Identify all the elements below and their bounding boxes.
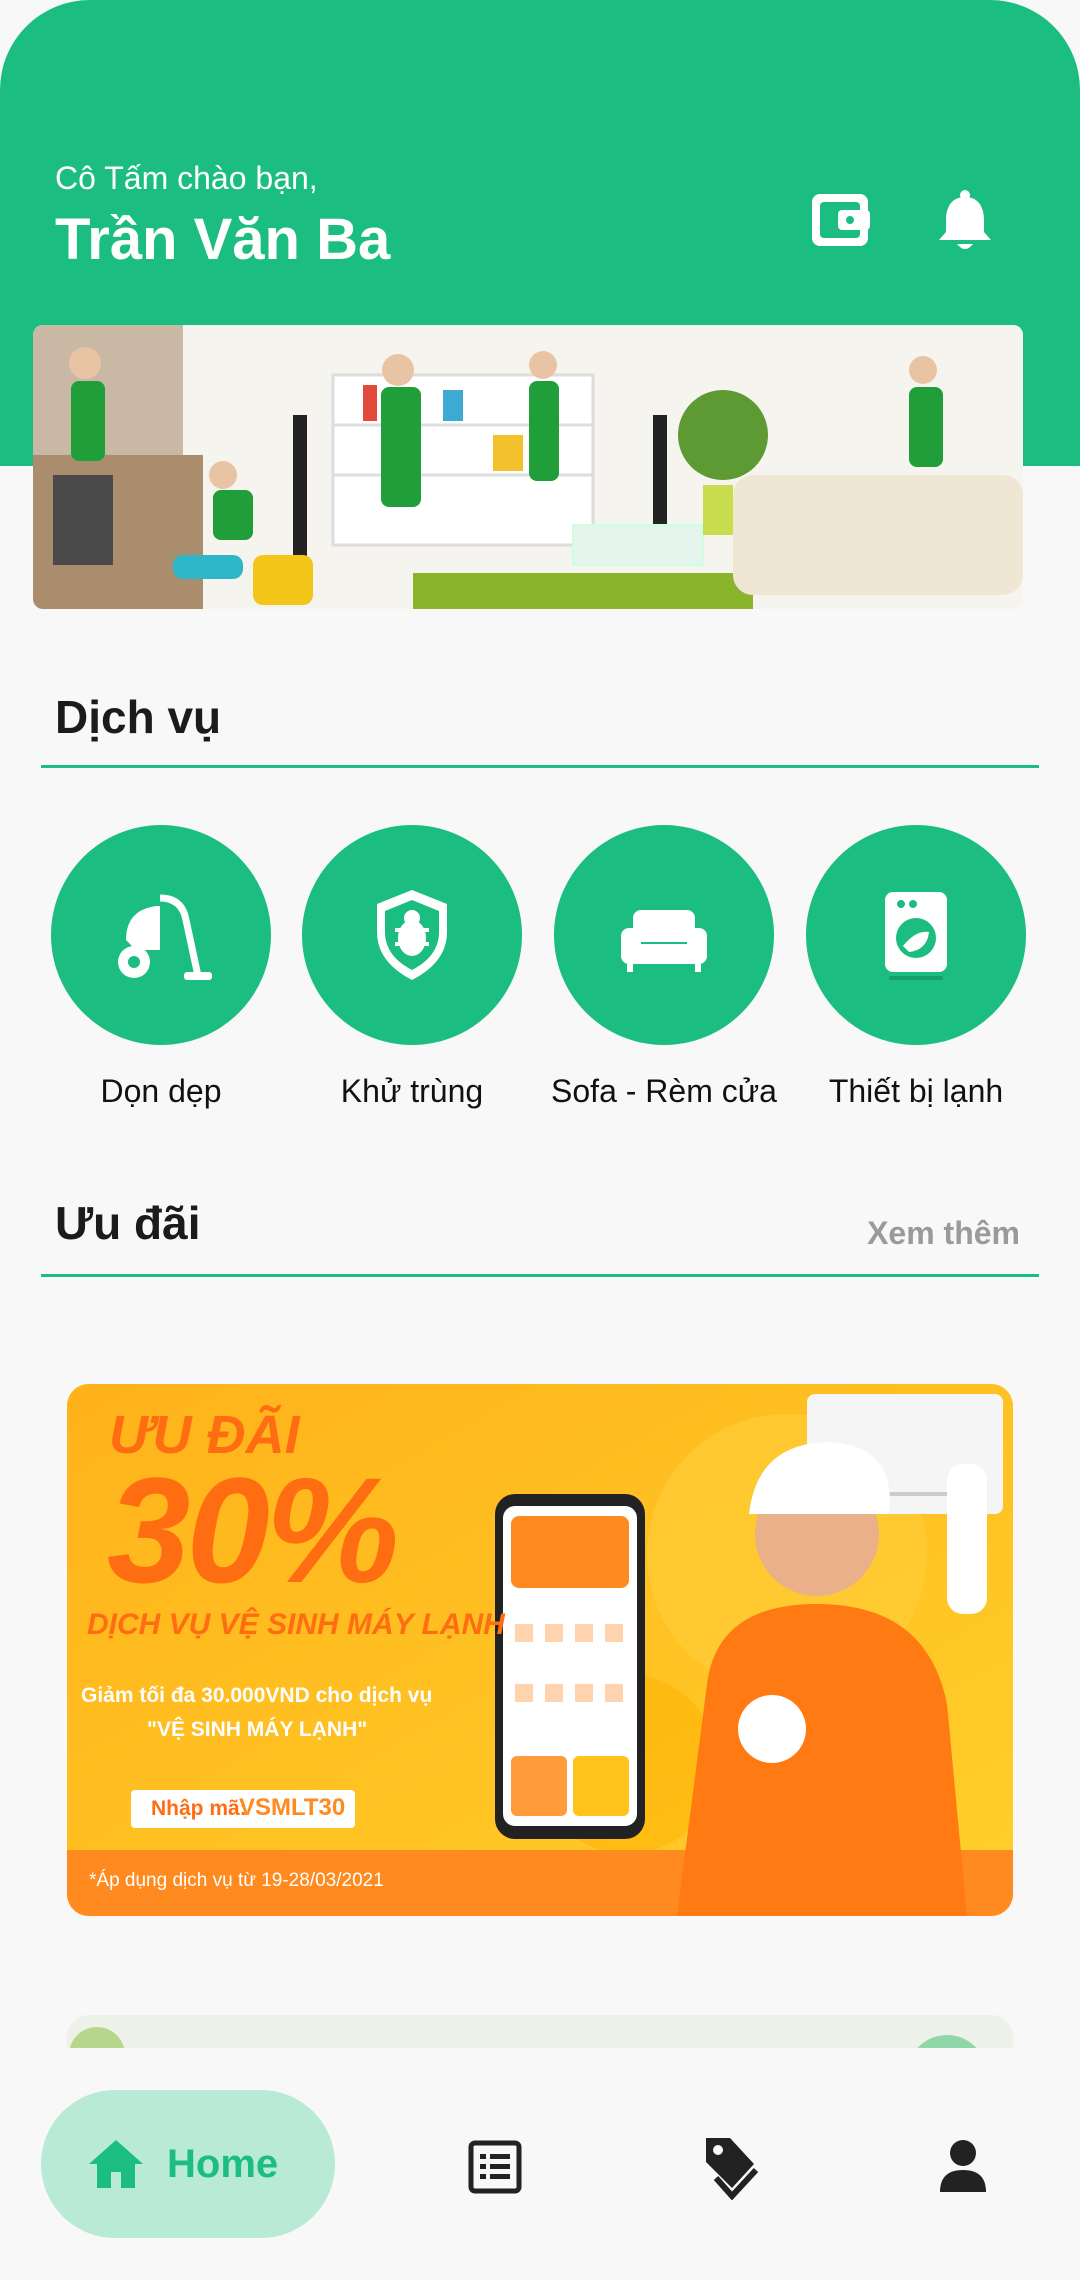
promo-code: VSMLT30	[239, 1794, 346, 1821]
bottom-navigation: Home	[0, 2048, 1080, 2280]
promo-banner[interactable]: ƯU ĐÃI 30% DỊCH VỤ VỆ SINH MÁY LẠNH Giảm…	[67, 1384, 1013, 1916]
offers-divider	[41, 1274, 1039, 1277]
service-label: Sofa - Rèm cửa	[551, 1073, 777, 1109]
bell-icon[interactable]	[934, 188, 996, 254]
wallet-icon[interactable]	[810, 190, 872, 250]
hero-cleaning-image	[33, 325, 1023, 609]
profile-icon[interactable]	[938, 2138, 988, 2194]
service-sofa-circle[interactable]	[554, 825, 774, 1045]
promo-code-label: Nhập mã:	[151, 1797, 247, 1820]
sofa-icon	[621, 910, 707, 972]
service-cleaning-circle[interactable]	[51, 825, 271, 1045]
service-label: Thiết bị lạnh	[828, 1073, 1004, 1109]
disinfect-shield-icon	[377, 890, 447, 980]
greeting-text: Cô Tấm chào bạn,	[55, 160, 318, 196]
vacuum-icon	[118, 894, 212, 980]
orders-list-icon[interactable]	[468, 2140, 522, 2194]
service-sofa[interactable]: Sofa - Rèm cửa	[539, 825, 789, 1110]
services-grid: Dọn dẹp Khử trùng Sofa - Rèm cửa Thiết b…	[0, 825, 1080, 1125]
washing-machine-icon	[885, 892, 947, 980]
promo-service: DỊCH VỤ VỆ SINH MÁY LẠNH	[87, 1608, 505, 1641]
user-name: Trần Văn Ba	[55, 207, 391, 272]
tag-icon[interactable]	[702, 2134, 759, 2201]
service-label: Khử trùng	[340, 1073, 484, 1109]
service-label: Dọn dẹp	[100, 1073, 222, 1109]
see-more-link[interactable]: Xem thêm	[867, 1215, 1020, 1252]
promo-percent: 30%	[107, 1446, 399, 1614]
service-cleaning[interactable]: Dọn dẹp	[36, 825, 286, 1110]
home-icon	[89, 2140, 143, 2188]
promo-footnote: *Áp dụng dịch vụ từ 19-28/03/2021	[89, 1870, 384, 1891]
nav-home[interactable]: Home	[41, 2090, 335, 2238]
services-title: Dịch vụ	[55, 691, 222, 743]
services-divider	[41, 765, 1039, 768]
promo-desc-line1: Giảm tối đa 30.000VND cho dịch vụ	[81, 1684, 433, 1707]
offers-title: Ưu đãi	[55, 1197, 201, 1249]
service-cooling[interactable]: Thiết bị lạnh	[791, 825, 1041, 1110]
promo-desc-line2: "VỆ SINH MÁY LẠNH"	[147, 1718, 368, 1741]
service-disinfect-circle[interactable]	[302, 825, 522, 1045]
service-disinfect[interactable]: Khử trùng	[287, 825, 537, 1110]
nav-home-label: Home	[167, 2141, 279, 2186]
service-cooling-circle[interactable]	[806, 825, 1026, 1045]
app-screen: Cô Tấm chào bạn, Trần Văn Ba Dịch vụ Dọn…	[0, 0, 1080, 2280]
